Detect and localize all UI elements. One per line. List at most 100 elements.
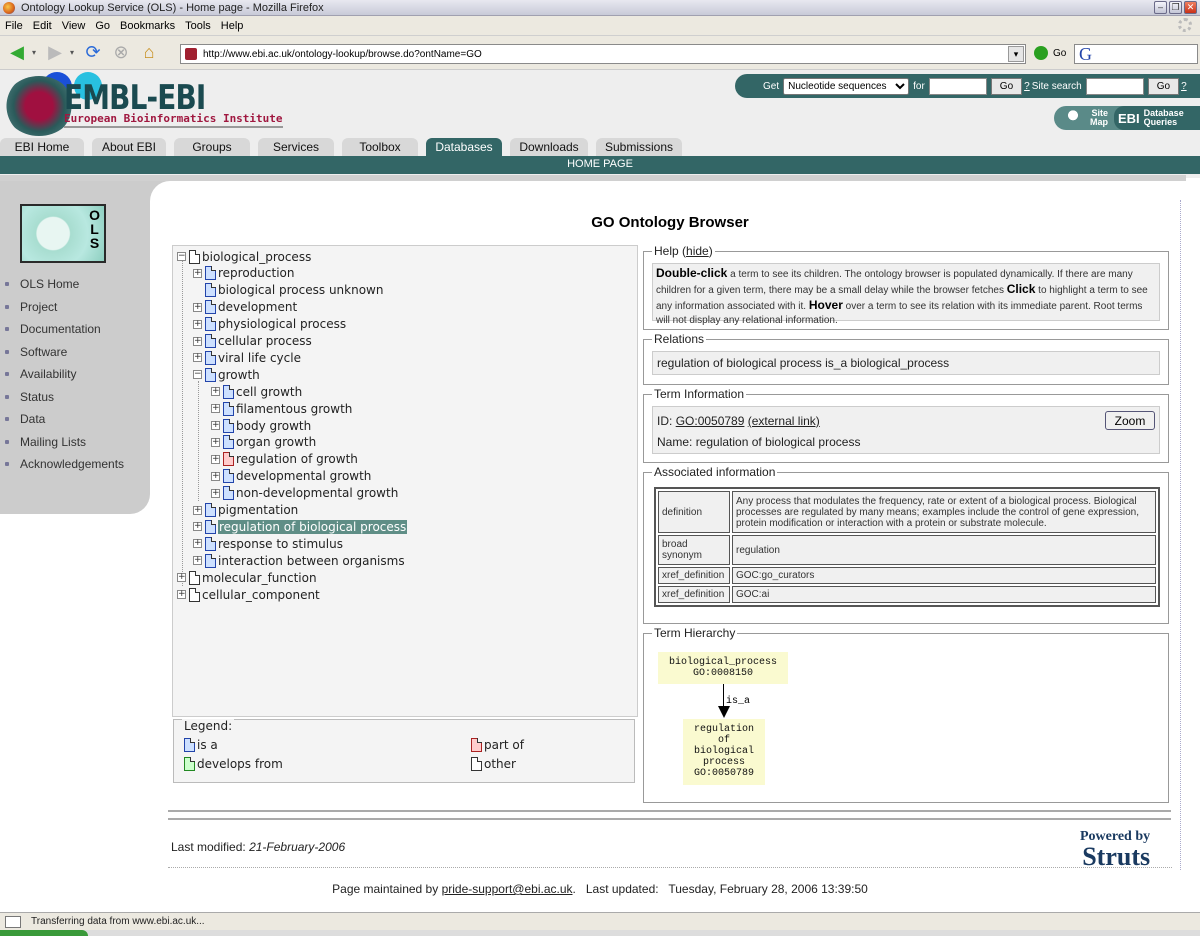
tree-node-label[interactable]: response to stimulus bbox=[218, 537, 343, 551]
tree-node-label[interactable]: regulation of growth bbox=[236, 452, 358, 466]
site-search-input[interactable] bbox=[1085, 77, 1144, 95]
restore-button[interactable]: ❐ bbox=[1169, 1, 1182, 14]
term-id-link[interactable]: GO:0050789 bbox=[676, 414, 745, 428]
tree-node-label[interactable]: body growth bbox=[236, 419, 311, 433]
expand-icon[interactable]: + bbox=[193, 505, 202, 515]
tree-node[interactable]: + regulation of biological process bbox=[193, 518, 408, 535]
tree-node-label[interactable]: biological_process bbox=[202, 250, 311, 264]
tab-databases[interactable]: Databases bbox=[426, 138, 502, 156]
tree-node-label[interactable]: molecular_function bbox=[202, 571, 317, 585]
hierarchy-node-parent[interactable]: biological_process GO:0008150 bbox=[658, 652, 788, 684]
tree-node-label[interactable]: viral life cycle bbox=[218, 351, 301, 365]
tree-node[interactable]: + physiological process bbox=[193, 316, 346, 333]
tree-node-label[interactable]: filamentous growth bbox=[236, 402, 352, 416]
menu-tools[interactable]: Tools bbox=[185, 20, 211, 32]
zoom-button[interactable]: Zoom bbox=[1105, 411, 1155, 430]
tree-node[interactable]: + body growth bbox=[211, 417, 311, 434]
tree-node[interactable]: + pigmentation bbox=[193, 502, 298, 519]
tree-node-label[interactable]: organ growth bbox=[236, 435, 316, 449]
tree-node[interactable]: + organ growth bbox=[211, 434, 316, 451]
start-button[interactable] bbox=[0, 930, 88, 936]
collapse-icon[interactable]: − bbox=[193, 370, 202, 380]
tree-node-label[interactable]: cell growth bbox=[236, 385, 302, 399]
site-search-help-link[interactable]: ? bbox=[1181, 81, 1187, 92]
tree-node[interactable]: + cellular_component bbox=[177, 586, 320, 603]
get-go-button[interactable]: Go bbox=[990, 77, 1023, 95]
site-map-link[interactable]: Site Map bbox=[1090, 109, 1108, 127]
tree-node-label[interactable]: interaction between organisms bbox=[218, 554, 405, 568]
home-icon[interactable]: ⌂ bbox=[138, 42, 160, 64]
powered-by-struts-logo[interactable]: Powered by Struts bbox=[1080, 830, 1150, 870]
tree-node-label[interactable]: biological process unknown bbox=[218, 283, 383, 297]
tree-node[interactable]: + non-developmental growth bbox=[211, 485, 398, 502]
forward-dropdown-icon[interactable]: ▾ bbox=[68, 42, 76, 64]
site-search-go-button[interactable]: Go bbox=[1147, 77, 1180, 95]
tree-node[interactable]: + response to stimulus bbox=[193, 535, 343, 552]
tree-node[interactable]: + developmental growth bbox=[211, 468, 371, 485]
sidebar-item-availability[interactable]: Availability bbox=[5, 363, 124, 386]
expand-icon[interactable]: + bbox=[211, 471, 220, 481]
go-button[interactable]: Go bbox=[1034, 46, 1066, 60]
expand-icon[interactable]: + bbox=[211, 387, 220, 397]
hierarchy-node-child[interactable]: regulation of biological process GO:0050789 bbox=[683, 719, 765, 785]
menu-go[interactable]: Go bbox=[95, 20, 110, 32]
expand-icon[interactable]: + bbox=[211, 437, 220, 447]
expand-icon[interactable]: + bbox=[211, 454, 220, 464]
back-arrow-icon[interactable]: ◀ bbox=[6, 42, 28, 64]
expand-icon[interactable]: + bbox=[193, 556, 202, 566]
tab-groups[interactable]: Groups bbox=[174, 138, 250, 156]
collapse-icon[interactable]: − bbox=[177, 252, 186, 261]
hide-help-link[interactable]: hide bbox=[686, 244, 709, 258]
expand-icon[interactable]: + bbox=[193, 539, 202, 549]
tree-node-label[interactable]: non-developmental growth bbox=[236, 486, 398, 500]
tree-node-label[interactable]: development bbox=[218, 300, 297, 314]
tab-toolbox[interactable]: Toolbox bbox=[342, 138, 418, 156]
close-button[interactable]: ✕ bbox=[1184, 1, 1197, 14]
tree-node[interactable]: + regulation of growth bbox=[211, 451, 358, 468]
tree-node-label[interactable]: cellular_component bbox=[202, 588, 320, 602]
forward-arrow-icon[interactable]: ▶ bbox=[44, 42, 66, 64]
tree-node-label[interactable]: growth bbox=[218, 368, 260, 382]
menu-help[interactable]: Help bbox=[221, 20, 244, 32]
tree-node[interactable]: − biological_process bbox=[177, 248, 311, 265]
database-select[interactable]: Nucleotide sequences bbox=[783, 77, 910, 95]
subnav-home-page[interactable]: HOME PAGE bbox=[567, 158, 633, 170]
sidebar-item-data[interactable]: Data bbox=[5, 408, 124, 431]
tree-node[interactable]: + cell growth bbox=[211, 383, 302, 400]
menu-edit[interactable]: Edit bbox=[33, 20, 52, 32]
tree-node[interactable]: − growth bbox=[193, 366, 260, 383]
expand-icon[interactable]: + bbox=[193, 268, 202, 278]
tree-node-label[interactable]: cellular process bbox=[218, 334, 312, 348]
reload-icon[interactable]: ⟳ bbox=[82, 42, 104, 64]
ols-logo[interactable]: OLS bbox=[20, 204, 106, 263]
sidebar-item-status[interactable]: Status bbox=[5, 386, 124, 409]
expand-icon[interactable]: + bbox=[211, 404, 220, 414]
tree-node[interactable]: + filamentous growth bbox=[211, 400, 352, 417]
menu-view[interactable]: View bbox=[62, 20, 86, 32]
tree-node[interactable]: + interaction between organisms bbox=[193, 552, 405, 569]
expand-icon[interactable]: + bbox=[193, 302, 202, 312]
expand-icon[interactable]: + bbox=[193, 353, 202, 363]
sidebar-item-project[interactable]: Project bbox=[5, 296, 124, 319]
expand-icon[interactable]: + bbox=[177, 573, 186, 583]
url-dropdown-icon[interactable]: ▾ bbox=[1008, 46, 1024, 62]
tree-node[interactable]: + cellular process bbox=[193, 333, 312, 350]
expand-icon[interactable]: + bbox=[193, 336, 202, 346]
tree-node-label[interactable]: reproduction bbox=[218, 266, 295, 280]
get-help-link[interactable]: ? bbox=[1024, 81, 1030, 92]
database-queries-link[interactable]: EBI Database Queries bbox=[1114, 106, 1200, 130]
tree-node-label[interactable]: regulation of biological process bbox=[218, 519, 408, 534]
tree-node[interactable]: biological process unknown bbox=[193, 282, 383, 299]
sidebar-item-software[interactable]: Software bbox=[5, 341, 124, 364]
sidebar-item-acknowledgements[interactable]: Acknowledgements bbox=[5, 453, 124, 476]
menu-file[interactable]: File bbox=[5, 20, 23, 32]
maintainer-email-link[interactable]: pride-support@ebi.ac.uk bbox=[442, 882, 573, 896]
expand-icon[interactable]: + bbox=[193, 522, 202, 532]
tree-node[interactable]: + reproduction bbox=[193, 265, 295, 282]
sidebar-item-ols-home[interactable]: OLS Home bbox=[5, 273, 124, 296]
tab-submissions[interactable]: Submissions bbox=[596, 138, 682, 156]
tree-node[interactable]: + molecular_function bbox=[177, 569, 317, 586]
minimize-button[interactable]: – bbox=[1154, 1, 1167, 14]
stop-icon[interactable]: ⊗ bbox=[110, 42, 132, 64]
ontology-tree[interactable]: − biological_process + reproduction biologic… bbox=[172, 245, 638, 717]
